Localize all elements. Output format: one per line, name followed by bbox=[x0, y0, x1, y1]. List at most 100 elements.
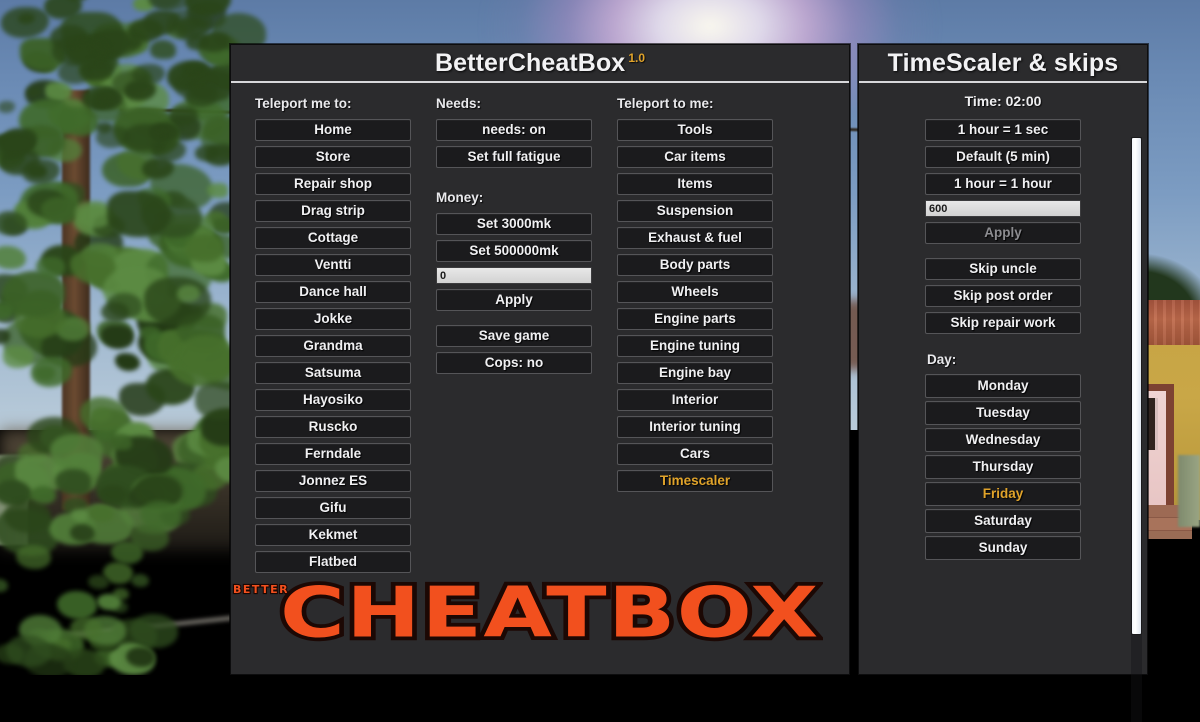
leaf-cluster bbox=[106, 191, 171, 238]
teleport-to-me-engine-parts[interactable]: Engine parts bbox=[617, 308, 773, 330]
day-saturday[interactable]: Saturday bbox=[925, 509, 1081, 533]
leaf-cluster bbox=[184, 234, 223, 262]
leaf-cluster bbox=[4, 500, 52, 533]
teleport-to-me-wheels[interactable]: Wheels bbox=[617, 281, 773, 303]
scaler-1-hour-1-sec[interactable]: 1 hour = 1 sec bbox=[925, 119, 1081, 141]
leaf-cluster bbox=[6, 635, 52, 667]
leaf-cluster bbox=[88, 574, 110, 590]
scaler-button-list: 1 hour = 1 sec Default (5 min) 1 hour = 1 … bbox=[925, 119, 1081, 195]
leaf-cluster bbox=[40, 196, 80, 225]
teleport-to-me-timescaler[interactable]: Timescaler bbox=[617, 470, 773, 492]
teleport-to-me-interior-tuning[interactable]: Interior tuning bbox=[617, 416, 773, 438]
needs-needs-on[interactable]: needs: on bbox=[436, 119, 592, 141]
teleport-to-me-tools[interactable]: Tools bbox=[617, 119, 773, 141]
version-badge: 1.0 bbox=[628, 51, 645, 65]
time-titlebar: TimeScaler & skips bbox=[859, 45, 1147, 83]
time-panel-scrollbar[interactable] bbox=[1131, 137, 1142, 722]
teleport-me-hayosiko[interactable]: Hayosiko bbox=[255, 389, 411, 411]
current-time-label: Time: 02:00 bbox=[964, 93, 1042, 109]
needs-set-full-fatigue[interactable]: Set full fatigue bbox=[436, 146, 592, 168]
teleport-me-ventti[interactable]: Ventti bbox=[255, 254, 411, 276]
leaf-cluster bbox=[79, 397, 127, 432]
teleport-to-me-exhaust-fuel[interactable]: Exhaust & fuel bbox=[617, 227, 773, 249]
teleport-to-me-body-parts[interactable]: Body parts bbox=[617, 254, 773, 276]
main-panel-body: Teleport me to: Home Store Repair shop Drag… bbox=[231, 83, 849, 672]
scaler-1-hour-1-hour[interactable]: 1 hour = 1 hour bbox=[925, 173, 1081, 195]
leaf-cluster bbox=[200, 32, 230, 52]
leaf-cluster bbox=[176, 285, 201, 302]
teleport-me-flatbed[interactable]: Flatbed bbox=[255, 551, 411, 573]
scaler-value-input[interactable] bbox=[925, 200, 1081, 217]
skip-button-list: Skip uncle Skip post order Skip repair wor… bbox=[925, 258, 1081, 334]
day-sunday[interactable]: Sunday bbox=[925, 536, 1081, 560]
leaf-cluster bbox=[140, 326, 160, 341]
teleport-to-me-car-items[interactable]: Car items bbox=[617, 146, 773, 168]
leaf-cluster bbox=[143, 277, 212, 326]
teleport-me-jonnez-es[interactable]: Jonnez ES bbox=[255, 470, 411, 492]
time-panel-title: TimeScaler & skips bbox=[887, 48, 1119, 77]
teleport-me-kekmet[interactable]: Kekmet bbox=[255, 524, 411, 546]
leaf-cluster bbox=[99, 484, 128, 505]
leaf-cluster bbox=[36, 257, 65, 278]
day-wednesday[interactable]: Wednesday bbox=[925, 428, 1081, 452]
teleport-to-me-interior[interactable]: Interior bbox=[617, 389, 773, 411]
teleport-me-ferndale[interactable]: Ferndale bbox=[255, 443, 411, 465]
day-button-list: Monday Tuesday Wednesday Thursday Friday Satu… bbox=[925, 374, 1081, 560]
time-scaler-section: 1 hour = 1 sec Default (5 min) 1 hour = 1 … bbox=[925, 119, 1081, 560]
needs-header: Needs: bbox=[436, 96, 482, 111]
teleport-to-me-suspension[interactable]: Suspension bbox=[617, 200, 773, 222]
column-needs-money: Needs: needs: on Set full fatigue Money: … bbox=[436, 93, 592, 578]
teleport-to-me-engine-bay[interactable]: Engine bay bbox=[617, 362, 773, 384]
day-thursday[interactable]: Thursday bbox=[925, 455, 1081, 479]
leaf-cluster bbox=[30, 486, 57, 504]
skip-skip-uncle[interactable]: Skip uncle bbox=[925, 258, 1081, 280]
skip-skip-repair-work[interactable]: Skip repair work bbox=[925, 312, 1081, 334]
leaf-cluster bbox=[70, 508, 88, 521]
teleport-me-ruscko[interactable]: Ruscko bbox=[255, 416, 411, 438]
scaler-default-5-min[interactable]: Default (5 min) bbox=[925, 146, 1081, 168]
day-monday[interactable]: Monday bbox=[925, 374, 1081, 398]
main-titlebar: BetterCheatBox 1.0 bbox=[231, 45, 849, 83]
leaf-cluster bbox=[176, 334, 236, 378]
day-header: Day: bbox=[927, 352, 957, 367]
day-tuesday[interactable]: Tuesday bbox=[925, 401, 1081, 425]
leaf-cluster bbox=[97, 593, 121, 611]
scrollbar-thumb[interactable] bbox=[1131, 137, 1142, 635]
teleport-me-grandma[interactable]: Grandma bbox=[255, 335, 411, 357]
teleport-me-store[interactable]: Store bbox=[255, 146, 411, 168]
teleport-me-gifu[interactable]: Gifu bbox=[255, 497, 411, 519]
leaf-cluster bbox=[130, 573, 150, 587]
bettercheatbox-window: BetterCheatBox 1.0 Teleport me to: Home S… bbox=[230, 44, 850, 675]
leaf-cluster bbox=[101, 301, 130, 322]
leaf-cluster bbox=[0, 131, 35, 156]
save-game-button[interactable]: Save game bbox=[436, 325, 592, 347]
scaler-apply-button[interactable]: Apply bbox=[925, 222, 1081, 244]
teleport-to-me-button-list: Tools Car items Items Suspension Exhaust & f… bbox=[617, 119, 773, 492]
needs-button-list: needs: on Set full fatigue bbox=[436, 119, 592, 168]
teleport-to-me-engine-tuning[interactable]: Engine tuning bbox=[617, 335, 773, 357]
leaf-cluster bbox=[69, 524, 96, 542]
money-amount-input[interactable] bbox=[436, 267, 592, 284]
teleport-me-jokke[interactable]: Jokke bbox=[255, 308, 411, 330]
leaf-cluster bbox=[89, 505, 115, 523]
leaf-cluster bbox=[207, 183, 228, 198]
money-set-500000mk[interactable]: Set 500000mk bbox=[436, 240, 592, 262]
money-set-3000mk[interactable]: Set 3000mk bbox=[436, 213, 592, 235]
time-panel-body: Time: 02:00 1 hour = 1 sec Default (5 min… bbox=[859, 93, 1147, 722]
leaf-cluster bbox=[139, 500, 181, 530]
money-apply-button[interactable]: Apply bbox=[436, 289, 592, 311]
column-teleport-me: Teleport me to: Home Store Repair shop Drag… bbox=[255, 93, 411, 578]
teleport-to-me-cars[interactable]: Cars bbox=[617, 443, 773, 465]
cops-toggle-button[interactable]: Cops: no bbox=[436, 352, 592, 374]
day-friday[interactable]: Friday bbox=[925, 482, 1081, 506]
skip-skip-post-order[interactable]: Skip post order bbox=[925, 285, 1081, 307]
teleport-me-cottage[interactable]: Cottage bbox=[255, 227, 411, 249]
column-teleport-to-me: Teleport to me: Tools Car items Items Suspe… bbox=[617, 93, 773, 578]
teleport-to-me-items[interactable]: Items bbox=[617, 173, 773, 195]
teleport-me-home[interactable]: Home bbox=[255, 119, 411, 141]
teleport-me-satsuma[interactable]: Satsuma bbox=[255, 362, 411, 384]
teleport-me-drag-strip[interactable]: Drag strip bbox=[255, 200, 411, 222]
teleport-me-dance-hall[interactable]: Dance hall bbox=[255, 281, 411, 303]
teleport-me-repair-shop[interactable]: Repair shop bbox=[255, 173, 411, 195]
money-button-list: Set 3000mk Set 500000mk bbox=[436, 213, 592, 262]
